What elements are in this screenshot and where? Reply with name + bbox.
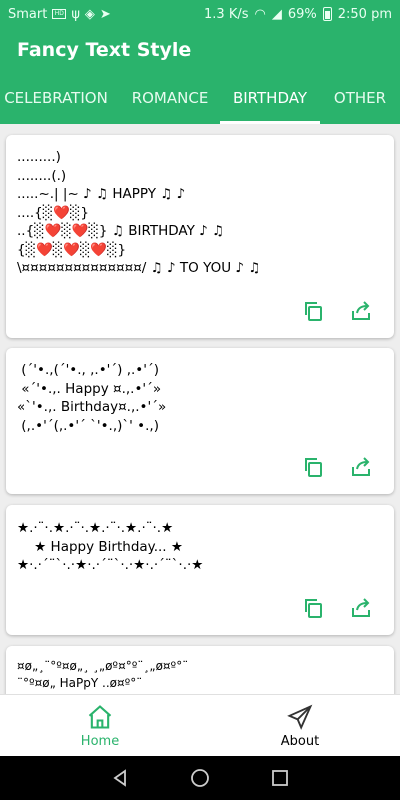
card-text: (´'•.,(´'•., ,.•'´) ,.•'´) «´'•.,. Happy… [17, 362, 167, 434]
copy-button[interactable] [300, 298, 326, 324]
home-icon [88, 705, 112, 729]
telegram-icon: ➤ [99, 6, 111, 22]
copy-button[interactable] [300, 595, 326, 621]
copy-icon [305, 458, 322, 477]
battery-percent: 69% [287, 6, 317, 22]
home-circle-icon[interactable] [190, 768, 210, 788]
tab-celebration[interactable]: CELEBRATION [0, 72, 112, 124]
card-actions [300, 298, 374, 324]
share-button[interactable] [348, 298, 374, 324]
share-icon [352, 598, 370, 617]
nav-about[interactable]: About [200, 695, 400, 757]
copy-button[interactable] [300, 454, 326, 480]
signal-icon: ◢ [271, 6, 282, 22]
tab-birthday[interactable]: BIRTHDAY [220, 72, 320, 124]
network-speed: 1.3 K/s [204, 6, 249, 22]
text-card: ★.·¨·.★.·¨·.★.·¨·.★.·¨·.★ ★ Happy Birthd… [6, 505, 394, 635]
text-card: ¤ø„¸¨°º¤ø„¸ ¸„øº¤°º¨¸„ø¤º°¨ ¨°º¤ø„ HaPpY… [6, 646, 394, 694]
recents-icon[interactable] [270, 768, 290, 788]
app-bar: Fancy Text Style [0, 28, 400, 72]
usb-icon: ψ [71, 6, 80, 22]
nav-home[interactable]: Home [0, 695, 200, 757]
card-text: ★.·¨·.★.·¨·.★.·¨·.★.·¨·.★ ★ Happy Birthd… [17, 520, 204, 573]
card-actions [300, 595, 374, 621]
copy-icon [305, 599, 322, 618]
share-icon [352, 457, 370, 476]
card-actions [300, 454, 374, 480]
share-icon [352, 301, 370, 320]
status-right: 1.3 K/s ◠ ◢ 69% 2:50 pm [204, 7, 392, 22]
share-button[interactable] [348, 454, 374, 480]
card-text: ¤ø„¸¨°º¤ø„¸ ¸„øº¤°º¨¸„ø¤º°¨ ¨°º¤ø„ HaPpY… [17, 659, 189, 690]
nav-about-label: About [280, 734, 320, 749]
status-left: Smart HD ψ ◈ ➤ [8, 7, 111, 22]
nav-home-label: Home [80, 734, 120, 749]
volte-icon: HD [52, 9, 67, 19]
back-icon[interactable] [110, 768, 130, 788]
app-title: Fancy Text Style [17, 39, 192, 61]
card-text: .........) ........(.) .....~.| |~ ♪ ♫ H… [17, 149, 261, 276]
system-nav-bar [0, 756, 400, 800]
carrier-label: Smart [8, 6, 48, 22]
text-card: .........) ........(.) .....~.| |~ ♪ ♫ H… [6, 135, 394, 338]
card-list[interactable]: .........) ........(.) .....~.| |~ ♪ ♫ H… [0, 124, 400, 694]
copy-icon [305, 302, 322, 321]
shield-icon: ◈ [84, 6, 95, 22]
tab-other[interactable]: OTHER [326, 72, 394, 124]
tab-bar: CELEBRATION ROMANCE BIRTHDAY OTHER [0, 72, 400, 124]
wifi-icon: ◠ [254, 6, 266, 22]
status-bar: Smart HD ψ ◈ ➤ 1.3 K/s ◠ ◢ 69% 2:50 pm [0, 0, 400, 28]
tab-romance[interactable]: ROMANCE [120, 72, 220, 124]
battery-icon [322, 7, 332, 21]
text-card: (´'•.,(´'•., ,.•'´) ,.•'´) «´'•.,. Happy… [6, 348, 394, 494]
bottom-nav: Home About [0, 694, 400, 756]
clock: 2:50 pm [337, 6, 392, 22]
share-button[interactable] [348, 595, 374, 621]
send-icon [287, 704, 313, 730]
